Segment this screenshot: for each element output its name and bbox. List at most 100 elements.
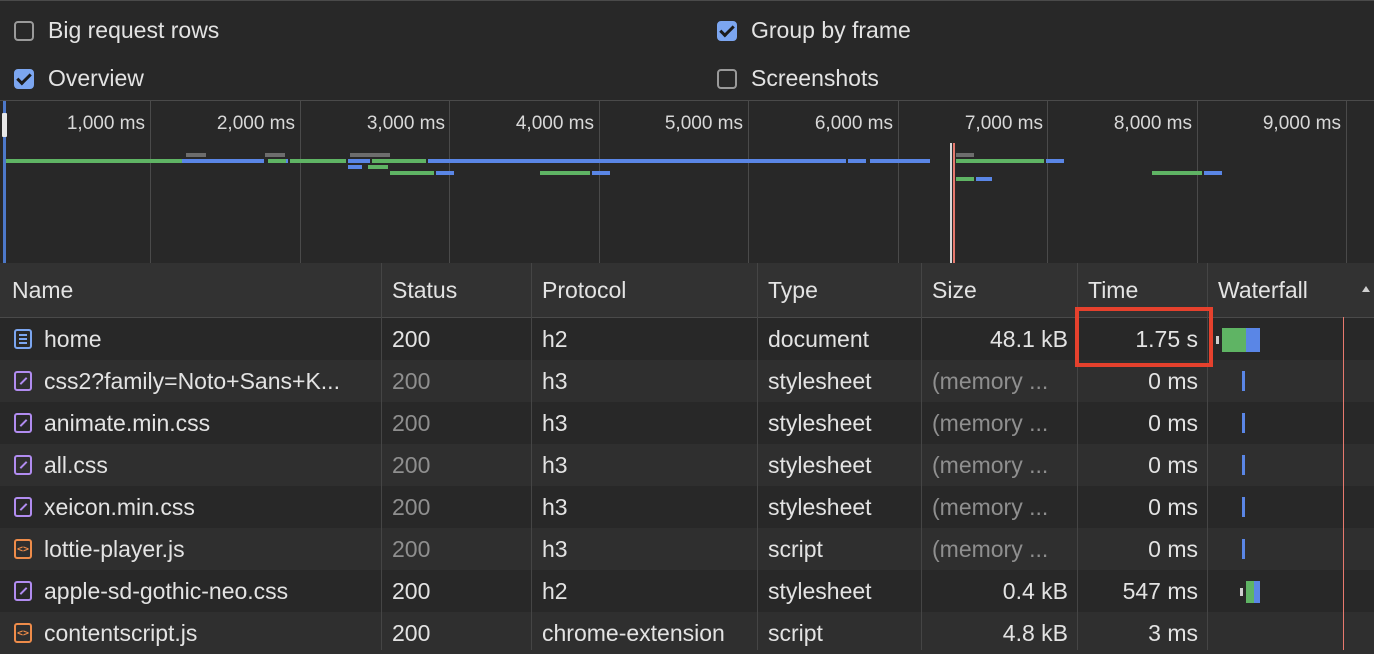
request-status: 200: [392, 577, 431, 604]
column-header-protocol[interactable]: Protocol: [532, 263, 758, 317]
request-bar: [436, 171, 454, 175]
request-bar: [265, 153, 285, 157]
table-row[interactable]: all.css 200 h3 stylesheet (memory ... 0 …: [0, 444, 1374, 486]
request-time: 0 ms: [1148, 535, 1198, 562]
request-time: 3 ms: [1148, 619, 1198, 646]
request-bar: [956, 177, 974, 181]
request-status: 200: [392, 535, 431, 562]
column-header-type[interactable]: Type: [758, 263, 922, 317]
tick-label: 1,000 ms: [66, 113, 145, 134]
screenshots-option[interactable]: Screenshots: [717, 65, 879, 92]
group-by-frame-option[interactable]: Group by frame: [717, 17, 911, 44]
request-bar: [1152, 171, 1202, 175]
request-bar: [350, 153, 390, 157]
request-time: 0 ms: [1148, 451, 1198, 478]
request-status: 200: [392, 619, 431, 646]
request-time: 0 ms: [1148, 493, 1198, 520]
request-bar: [6, 159, 182, 163]
table-row[interactable]: animate.min.css 200 h3 stylesheet (memor…: [0, 402, 1374, 444]
request-type: stylesheet: [768, 451, 872, 478]
grid-line: [449, 101, 450, 263]
waterfall-bar: [1242, 455, 1245, 475]
waterfall-waiting-bar: [1246, 581, 1254, 603]
request-status: 200: [392, 409, 431, 436]
request-size: 4.8 kB: [1002, 619, 1068, 646]
table-row[interactable]: apple-sd-gothic-neo.css 200 h2 styleshee…: [0, 570, 1374, 612]
script-icon: <>: [14, 623, 32, 643]
tick-label: 3,000 ms: [366, 113, 445, 134]
dom-content-loaded-marker: [950, 143, 952, 263]
network-overview-timeline[interactable]: 1,000 ms 2,000 ms 3,000 ms 4,000 ms 5,00…: [0, 100, 1374, 264]
request-name: animate.min.css: [44, 409, 211, 436]
stylesheet-icon: [14, 497, 32, 517]
request-status: 200: [392, 451, 431, 478]
table-row[interactable]: xeicon.min.css 200 h3 stylesheet (memory…: [0, 486, 1374, 528]
load-event-marker: [953, 143, 955, 263]
group-by-frame-checkbox[interactable]: [717, 20, 737, 41]
overview-checkbox[interactable]: [14, 68, 34, 89]
big-request-rows-option[interactable]: Big request rows: [14, 17, 219, 44]
request-size: 0.4 kB: [1002, 577, 1068, 604]
column-divider[interactable]: [531, 263, 532, 650]
tick-label: 7,000 ms: [964, 113, 1043, 134]
network-settings-panel: Big request rows Overview Group by frame…: [0, 0, 1374, 101]
request-name: contentscript.js: [44, 619, 198, 646]
waterfall-download-bar: [1246, 328, 1260, 352]
request-protocol: h3: [542, 367, 568, 394]
grid-line: [599, 101, 600, 263]
request-bar: [1046, 159, 1064, 163]
request-bar: [372, 159, 426, 163]
column-divider[interactable]: [381, 263, 382, 650]
request-bar: [290, 159, 346, 163]
overview-range-handle[interactable]: [2, 113, 7, 137]
request-size: (memory ...: [932, 493, 1049, 520]
waterfall-bar: [1242, 413, 1245, 433]
request-bar: [286, 159, 288, 163]
waterfall-queue-bar: [1216, 336, 1219, 344]
request-protocol: h3: [542, 451, 568, 478]
request-name: home: [44, 325, 102, 352]
grid-line: [1047, 101, 1048, 263]
stylesheet-icon: [14, 581, 32, 601]
request-bar: [182, 159, 264, 163]
column-header-size[interactable]: Size: [922, 263, 1078, 317]
request-protocol: h2: [542, 325, 568, 352]
big-request-rows-checkbox[interactable]: [14, 20, 34, 41]
request-protocol: chrome-extension: [542, 619, 725, 646]
stylesheet-icon: [14, 455, 32, 475]
request-status: 200: [392, 367, 431, 394]
request-bar: [368, 165, 388, 169]
waterfall-bar: [1242, 371, 1245, 391]
request-time: 0 ms: [1148, 409, 1198, 436]
request-name: apple-sd-gothic-neo.css: [44, 577, 289, 604]
request-bar: [848, 159, 866, 163]
table-row[interactable]: <> contentscript.js 200 chrome-extension …: [0, 612, 1374, 654]
table-row[interactable]: <> lottie-player.js 200 h3 script (memory…: [0, 528, 1374, 570]
column-header-name[interactable]: Name: [2, 263, 382, 317]
column-header-status[interactable]: Status: [382, 263, 532, 317]
request-type: script: [768, 535, 823, 562]
grid-line: [1346, 101, 1347, 263]
request-bar: [348, 159, 370, 163]
screenshots-checkbox[interactable]: [717, 68, 737, 89]
column-divider[interactable]: [921, 263, 922, 650]
request-type: stylesheet: [768, 367, 872, 394]
group-by-frame-label: Group by frame: [751, 17, 911, 43]
request-type: script: [768, 619, 823, 646]
tick-label: 9,000 ms: [1262, 113, 1341, 134]
overview-label: Overview: [48, 65, 144, 91]
grid-line: [748, 101, 749, 263]
request-status: 200: [392, 325, 431, 352]
waterfall-waiting-bar: [1222, 328, 1246, 352]
overview-option[interactable]: Overview: [14, 65, 144, 92]
column-divider[interactable]: [757, 263, 758, 650]
request-bar: [186, 153, 206, 157]
request-protocol: h3: [542, 409, 568, 436]
request-bar: [390, 171, 434, 175]
request-protocol: h3: [542, 493, 568, 520]
column-header-waterfall[interactable]: Waterfall: [1208, 263, 1374, 317]
grid-line: [150, 101, 151, 263]
tick-label: 2,000 ms: [216, 113, 295, 134]
script-icon: <>: [14, 539, 32, 559]
screenshots-label: Screenshots: [751, 65, 879, 91]
